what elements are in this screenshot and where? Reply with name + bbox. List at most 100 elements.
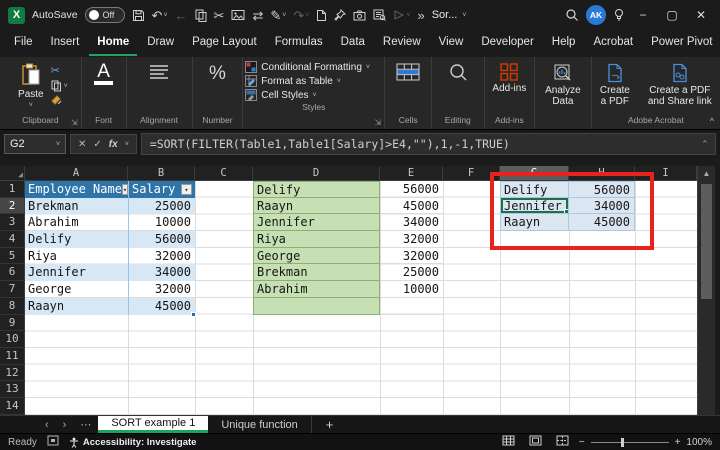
cell-a5[interactable]: Riya: [25, 248, 128, 265]
new-file-icon[interactable]: [316, 9, 327, 22]
row-header-9[interactable]: 9: [0, 315, 25, 332]
row-header-4[interactable]: 4: [0, 231, 25, 248]
cell-a4[interactable]: Delify: [25, 231, 128, 248]
tab-home[interactable]: Home: [89, 31, 137, 56]
analyze-data-button[interactable]: AnalyzeData: [540, 61, 586, 109]
sheet-tab-sort-example[interactable]: SORT example 1: [98, 416, 208, 433]
row-header-1[interactable]: 1: [0, 181, 25, 198]
tab-help[interactable]: Help: [544, 31, 584, 56]
page-layout-view-icon[interactable]: [529, 435, 542, 449]
scroll-up-icon[interactable]: ▲: [698, 166, 715, 178]
prev-sheet-button[interactable]: ‹: [38, 416, 56, 433]
minimize-button[interactable]: −: [632, 8, 654, 22]
addins-button[interactable]: Add-ins: [487, 61, 531, 96]
row-header-13[interactable]: 13: [0, 381, 25, 398]
lookup-book-icon[interactable]: [373, 9, 386, 21]
cell-e5[interactable]: 32000: [380, 248, 443, 265]
editing-menu-button[interactable]: [443, 61, 473, 85]
excel-logo-icon[interactable]: X: [8, 7, 25, 24]
zoom-in-button[interactable]: +: [675, 437, 681, 448]
refresh-icon[interactable]: ⇄: [252, 9, 263, 22]
styles-dialog-launcher[interactable]: ⇲: [373, 118, 382, 127]
row-header-2[interactable]: 2: [0, 198, 25, 215]
cell-a7[interactable]: George: [25, 281, 128, 298]
cell-styles-button[interactable]: Cell Styles˅: [245, 89, 380, 101]
pin-icon[interactable]: [334, 9, 346, 21]
cell-e3[interactable]: 34000: [380, 214, 443, 231]
format-as-table-button[interactable]: Format as Table˅: [245, 75, 380, 87]
create-pdf-share-button[interactable]: Create a PDFand Share link: [643, 61, 717, 109]
collapse-ribbon-icon[interactable]: ^: [710, 116, 714, 126]
copy-button[interactable]: ˅: [51, 80, 68, 92]
cell-b6[interactable]: 34000: [128, 264, 195, 281]
format-painter-button[interactable]: [51, 95, 68, 106]
cell-e7[interactable]: 10000: [380, 281, 443, 298]
cell-b8[interactable]: 45000: [128, 298, 195, 315]
cell-a1[interactable]: Employee Name▾: [25, 181, 128, 198]
qat-overflow-icon[interactable]: »: [417, 9, 424, 22]
zoom-out-button[interactable]: −: [579, 437, 585, 448]
cell-d5[interactable]: George: [253, 248, 380, 265]
camera-icon[interactable]: [353, 10, 366, 21]
lightbulb-icon[interactable]: [613, 8, 625, 22]
row-header-5[interactable]: 5: [0, 248, 25, 265]
cell-b7[interactable]: 32000: [128, 281, 195, 298]
cell-e2[interactable]: 45000: [380, 198, 443, 215]
macro-record-icon[interactable]: [47, 435, 59, 449]
paste-picture-icon[interactable]: [231, 9, 245, 21]
document-title[interactable]: Sor...˅: [432, 9, 467, 21]
row-header-10[interactable]: 10: [0, 331, 25, 348]
add-sheet-button[interactable]: +: [312, 416, 348, 433]
tab-review[interactable]: Review: [375, 31, 429, 56]
insert-function-icon[interactable]: fx: [109, 139, 118, 150]
name-box[interactable]: G2˅: [4, 134, 66, 154]
tab-draw[interactable]: Draw: [139, 31, 182, 56]
fx-dropdown-icon[interactable]: ˅: [125, 141, 129, 148]
save-icon[interactable]: [132, 9, 145, 22]
page-break-view-icon[interactable]: [556, 435, 569, 449]
cell-a8[interactable]: Raayn: [25, 298, 128, 315]
cell-a2[interactable]: Brekman: [25, 198, 128, 215]
formula-input[interactable]: =SORT(FILTER(Table1,Table1[Salary]>E4,""…: [141, 133, 716, 155]
conditional-formatting-button[interactable]: Conditional Formatting˅: [245, 61, 380, 73]
cell-b3[interactable]: 10000: [128, 214, 195, 231]
next-sheet-button[interactable]: ›: [56, 416, 74, 433]
tab-power-pivot[interactable]: Power Pivot: [643, 31, 720, 56]
row-header-12[interactable]: 12: [0, 365, 25, 382]
col-header-e[interactable]: E: [380, 166, 443, 181]
create-pdf-button[interactable]: Createa PDF: [595, 61, 635, 109]
formula-bar-expand-icon[interactable]: ^: [703, 140, 707, 148]
row-header-14[interactable]: 14: [0, 398, 25, 415]
zoom-slider-thumb[interactable]: [621, 438, 624, 447]
confirm-entry-icon[interactable]: ✓: [93, 139, 101, 150]
tab-formulas[interactable]: Formulas: [267, 31, 331, 56]
cell-d6[interactable]: Brekman: [253, 264, 380, 281]
cell-b5[interactable]: 32000: [128, 248, 195, 265]
cell-d2[interactable]: Raayn: [253, 198, 380, 215]
autosave-toggle[interactable]: Off: [85, 7, 125, 23]
cell-b2[interactable]: 25000: [128, 198, 195, 215]
select-all-button[interactable]: ◢: [0, 166, 25, 181]
filter-icon[interactable]: ▾: [181, 184, 192, 195]
draw-pen-button[interactable]: ✎˅: [270, 9, 286, 22]
cell-e8[interactable]: [380, 298, 443, 315]
account-avatar[interactable]: AK: [586, 5, 606, 25]
font-menu-button[interactable]: A: [89, 61, 118, 87]
alignment-menu-button[interactable]: [143, 61, 175, 83]
cell-d4[interactable]: Riya: [253, 231, 380, 248]
pen-dropdown-icon[interactable]: ˅: [282, 12, 286, 19]
close-button[interactable]: ✕: [690, 8, 712, 22]
cancel-entry-icon[interactable]: ✕: [78, 139, 86, 150]
row-header-6[interactable]: 6: [0, 264, 25, 281]
cell-d8[interactable]: [253, 298, 380, 315]
number-menu-button[interactable]: %: [204, 61, 231, 87]
col-header-b[interactable]: B: [128, 166, 195, 181]
zoom-slider[interactable]: [591, 442, 669, 443]
cell-d1[interactable]: Delify: [253, 181, 380, 198]
tab-file[interactable]: File: [6, 31, 41, 56]
col-header-a[interactable]: A: [25, 166, 128, 181]
accessibility-status[interactable]: Accessibility: Investigate: [69, 437, 197, 448]
col-header-d[interactable]: D: [253, 166, 380, 181]
cell-b1[interactable]: Salary▾: [128, 181, 195, 198]
tab-developer[interactable]: Developer: [473, 31, 541, 56]
